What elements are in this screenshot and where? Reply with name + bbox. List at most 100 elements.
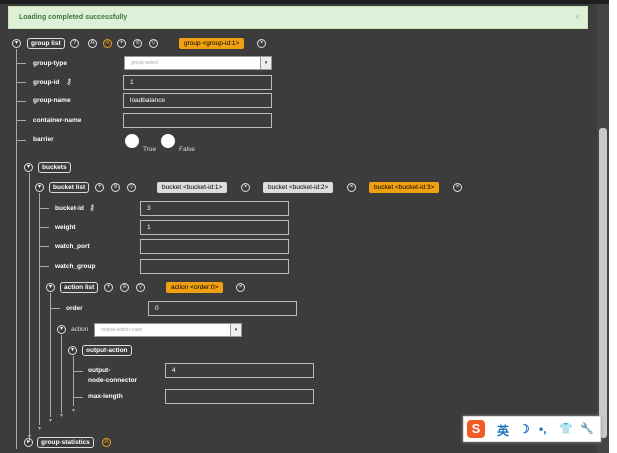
- action-label: action: [71, 326, 89, 333]
- tree-branch: [39, 246, 49, 247]
- action-select-value: output-action-case: [101, 327, 143, 333]
- tree-arrow-icon: ▾: [60, 413, 64, 419]
- add-bucket-icon[interactable]: +: [95, 183, 104, 192]
- group-type-select[interactable]: group-select ▾: [124, 56, 272, 70]
- bucket-key-2-button[interactable]: bucket <bucket-id:2>: [263, 182, 334, 193]
- chevron-down-icon[interactable]: ▾: [230, 324, 241, 336]
- app-frame: [0, 0, 609, 453]
- action-list-icon[interactable]: ≡: [120, 283, 129, 292]
- bucket-list-icon[interactable]: ≡: [111, 183, 120, 192]
- list-icon[interactable]: ≡: [133, 39, 142, 48]
- bucket-id-input[interactable]: 3: [140, 201, 289, 216]
- group-name-input[interactable]: loadbalance: [123, 93, 272, 108]
- sogou-logo-icon[interactable]: S: [467, 420, 485, 438]
- tree-line-action-list: [50, 293, 51, 417]
- barrier-true-radio[interactable]: [125, 134, 139, 148]
- output-action-label[interactable]: output-action: [82, 345, 132, 356]
- max-length-input[interactable]: [165, 389, 314, 404]
- action-select[interactable]: output-action-case ▾: [94, 323, 242, 337]
- remove-action-icon[interactable]: ×: [236, 283, 245, 292]
- bucket-key-1-button[interactable]: bucket <bucket-id:1>: [157, 182, 228, 193]
- success-alert: Loading completed successfully ×: [8, 6, 588, 29]
- tool-icon[interactable]: 🔧: [580, 422, 594, 435]
- remove-bucket-2-icon[interactable]: ×: [347, 183, 356, 192]
- add-action-icon[interactable]: +: [104, 283, 113, 292]
- output-node-connector-label-1: output-: [88, 367, 111, 374]
- tree-arrow-icon: ▾: [72, 408, 76, 414]
- buckets-label[interactable]: buckets: [38, 162, 71, 173]
- bucket-id-label: bucket-id: [55, 205, 84, 212]
- collapse-group-list-icon[interactable]: ▾: [12, 39, 21, 48]
- max-length-label: max-length: [88, 393, 123, 400]
- tree-branch: [73, 397, 83, 398]
- tree-line-buckets: [29, 173, 30, 441]
- tree-branch: [73, 371, 83, 372]
- key-icon: ⚷: [66, 77, 72, 86]
- bucket-key-3-button[interactable]: bucket <bucket-id:3>: [369, 182, 440, 193]
- weight-input[interactable]: 1: [140, 220, 289, 235]
- alert-close-icon[interactable]: ×: [575, 12, 580, 22]
- tree-branch: [16, 101, 26, 102]
- filter-icon[interactable]: ▽: [149, 39, 158, 48]
- watch-port-input[interactable]: [140, 239, 289, 254]
- collapse-buckets-icon[interactable]: ▾: [24, 163, 33, 172]
- bucket-filter-icon[interactable]: ▽: [127, 183, 136, 192]
- bucket-list-label[interactable]: bucket list: [49, 182, 90, 193]
- collapse-action-icon[interactable]: ▾: [57, 325, 66, 334]
- group-id-label: group-id: [33, 79, 60, 86]
- group-type-value: group-select: [131, 60, 159, 66]
- barrier-false-radio[interactable]: [161, 134, 175, 148]
- tree-branch: [50, 308, 60, 309]
- top-strip: [0, 0, 609, 4]
- augment-icon[interactable]: A: [102, 438, 111, 447]
- barrier-label: barrier: [33, 136, 54, 143]
- ime-toolbar: S 英 ☽ •, 👕 🔧: [463, 416, 601, 442]
- tree-branch: [16, 120, 26, 121]
- tree-arrow-icon: ▾: [38, 426, 42, 432]
- skin-icon[interactable]: 👕: [559, 422, 573, 435]
- tree-line-root: [16, 49, 17, 449]
- watch-group-input[interactable]: [140, 259, 289, 274]
- collapse-action-list-icon[interactable]: ▾: [46, 283, 55, 292]
- tree-line-output-action: [73, 356, 74, 406]
- order-input[interactable]: 0: [148, 301, 297, 316]
- collapse-output-action-icon[interactable]: ▾: [68, 346, 77, 355]
- group-id-input[interactable]: 1: [123, 75, 272, 90]
- remove-group-icon[interactable]: ×: [257, 39, 266, 48]
- help-icon[interactable]: ?: [70, 39, 79, 48]
- remove-bucket-1-icon[interactable]: ×: [241, 183, 250, 192]
- expand-group-statistics-icon[interactable]: ▸: [24, 438, 33, 447]
- group-type-label: group-type: [33, 60, 67, 67]
- group-statistics-label[interactable]: group-statistics: [37, 437, 94, 448]
- order-label: order: [66, 305, 83, 312]
- punctuation-icon[interactable]: •,: [539, 422, 547, 436]
- add-icon[interactable]: +: [117, 39, 126, 48]
- barrier-true-label: True: [143, 146, 157, 153]
- alert-message: Loading completed successfully: [19, 14, 128, 21]
- key-icon: ⚷: [89, 203, 95, 212]
- chevron-down-icon[interactable]: ▾: [260, 57, 271, 69]
- action-key-button[interactable]: action <order:0>: [166, 282, 224, 293]
- watch-group-label: watch_group: [55, 263, 96, 270]
- language-toggle[interactable]: 英: [497, 422, 509, 439]
- tree-branch: [39, 266, 49, 267]
- group-key-button[interactable]: group <group-id:1>: [179, 38, 245, 49]
- tree-arrow-icon: ▾: [49, 418, 53, 424]
- action-filter-icon[interactable]: ▽: [136, 283, 145, 292]
- tree-branch: [39, 227, 49, 228]
- container-name-label: container-name: [33, 117, 82, 124]
- action-list-label[interactable]: action list: [60, 282, 99, 293]
- tree-branch: [16, 63, 26, 64]
- scrollbar-thumb[interactable]: [599, 128, 607, 438]
- augment-icon[interactable]: A: [88, 39, 97, 48]
- tree-branch: [16, 82, 26, 83]
- output-node-connector-input[interactable]: 4: [165, 363, 314, 378]
- augment-active-icon[interactable]: A: [103, 39, 112, 48]
- group-list-label[interactable]: group list: [27, 38, 65, 49]
- remove-bucket-3-icon[interactable]: ×: [453, 183, 462, 192]
- collapse-bucket-list-icon[interactable]: ▾: [35, 183, 44, 192]
- group-name-label: group-name: [33, 97, 71, 104]
- watch-port-label: watch_port: [55, 243, 90, 250]
- moon-icon[interactable]: ☽: [519, 422, 530, 436]
- container-name-input[interactable]: [123, 113, 272, 128]
